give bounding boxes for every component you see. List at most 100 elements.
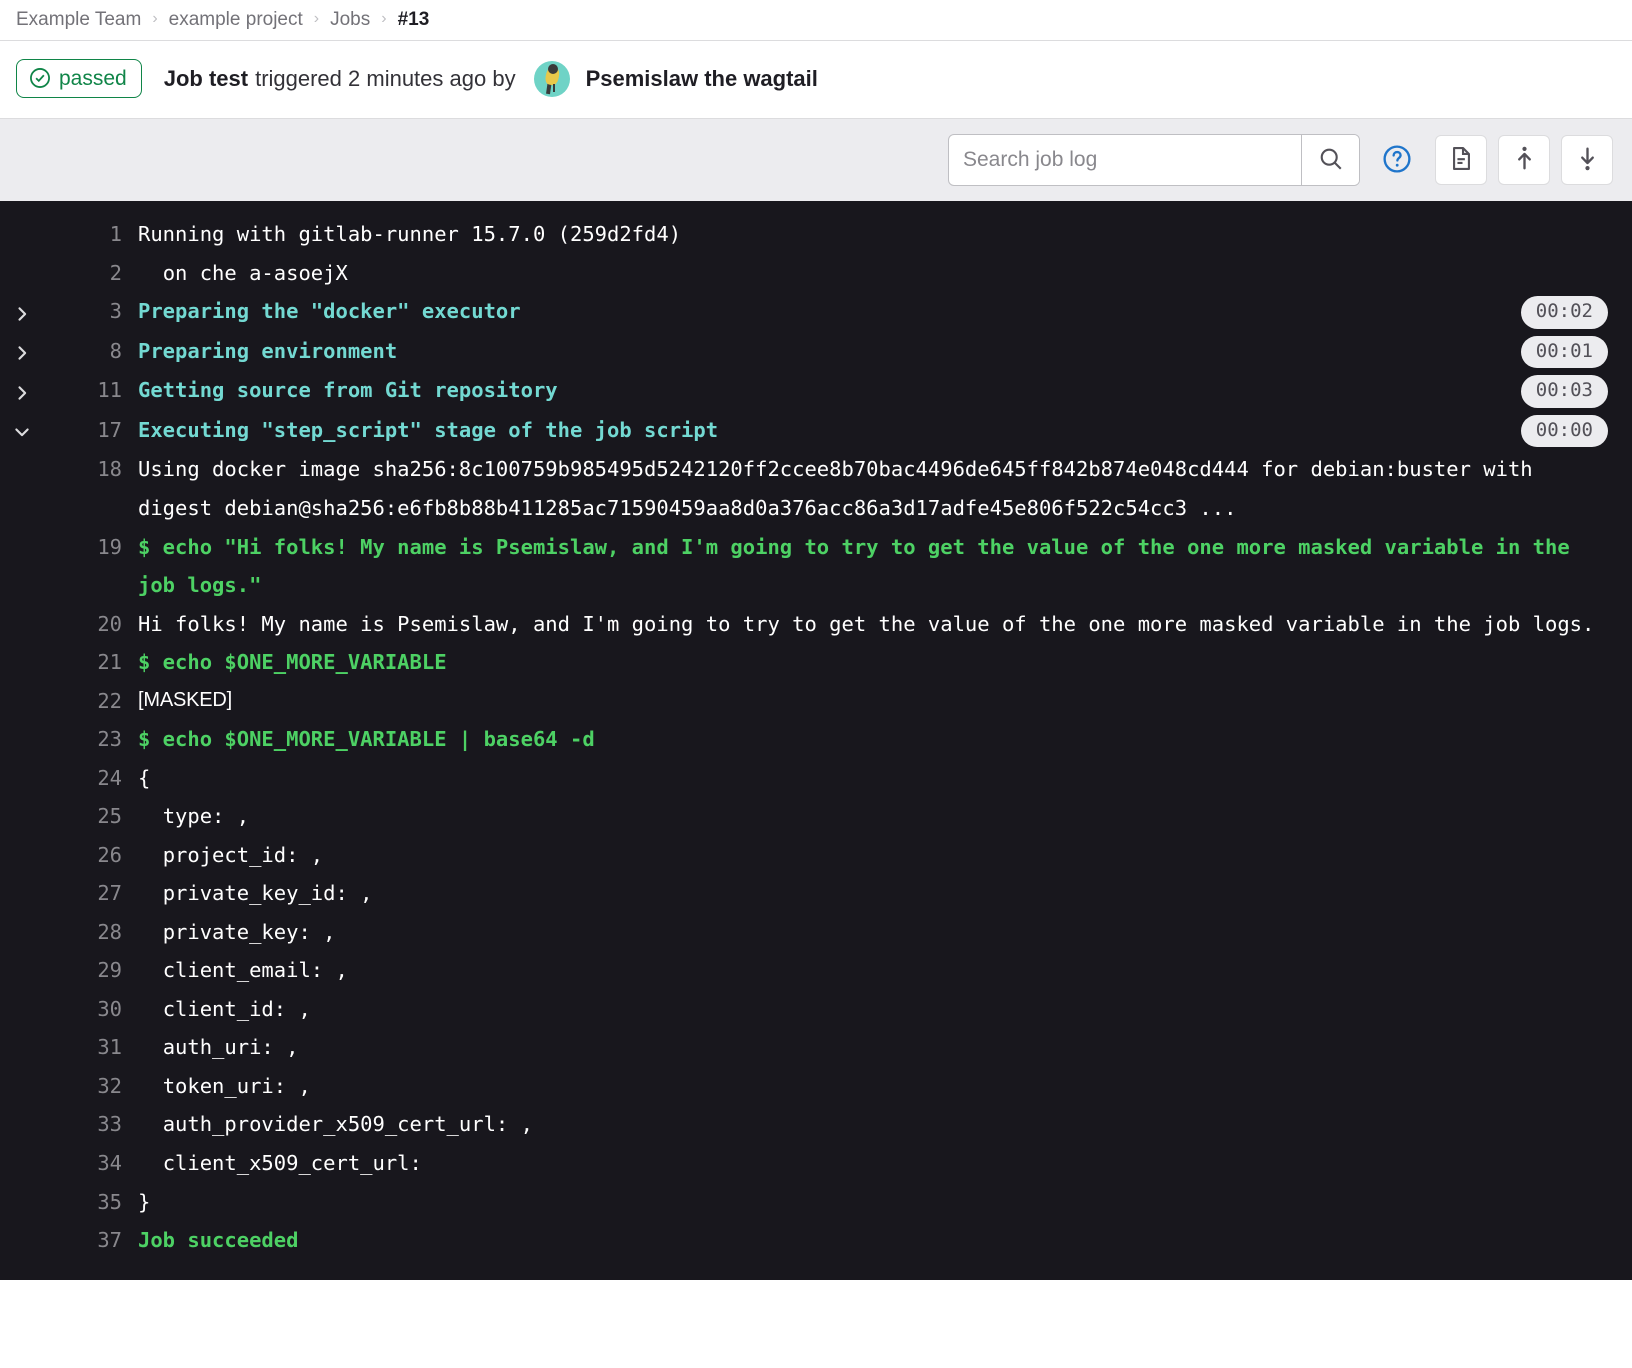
log-line-number[interactable]: 22 bbox=[44, 682, 138, 721]
chevron-right-icon[interactable] bbox=[0, 292, 44, 332]
log-line-number[interactable]: 31 bbox=[44, 1028, 138, 1067]
log-line-text: Preparing environment bbox=[138, 338, 398, 363]
log-line-number[interactable]: 17 bbox=[44, 411, 138, 450]
log-line: 1 Running with gitlab-runner 15.7.0 (259d… bbox=[0, 215, 1632, 254]
log-line-arrow-spacer bbox=[0, 836, 44, 838]
scroll-to-bottom-button[interactable] bbox=[1561, 135, 1613, 185]
log-line-number[interactable]: 28 bbox=[44, 913, 138, 952]
status-badge[interactable]: passed bbox=[16, 59, 142, 98]
log-line-number[interactable]: 27 bbox=[44, 874, 138, 913]
log-line-arrow-spacer bbox=[0, 215, 44, 217]
log-line-number[interactable]: 24 bbox=[44, 759, 138, 798]
log-line-text: private_key: , bbox=[138, 919, 336, 944]
log-line-number[interactable]: 21 bbox=[44, 643, 138, 682]
avatar-bird-leg bbox=[552, 83, 555, 92]
log-line-text: $ echo "Hi folks! My name is Psemislaw, … bbox=[138, 534, 1583, 598]
breadcrumb-item[interactable]: Jobs bbox=[330, 9, 370, 31]
log-line-number[interactable]: 29 bbox=[44, 951, 138, 990]
chevron-right-icon[interactable] bbox=[0, 371, 44, 411]
log-line-arrow-spacer bbox=[0, 643, 44, 645]
show-raw-log-button[interactable] bbox=[1435, 135, 1487, 185]
log-line-number[interactable]: 25 bbox=[44, 797, 138, 836]
log-line[interactable]: 3 Preparing the "docker" executor 00:02 bbox=[0, 292, 1632, 332]
log-line-text: private_key_id: , bbox=[138, 881, 373, 906]
breadcrumb-separator: › bbox=[152, 10, 158, 27]
log-line-arrow-spacer bbox=[0, 797, 44, 799]
question-circle-icon bbox=[1382, 144, 1412, 177]
log-line-number[interactable]: 19 bbox=[44, 528, 138, 567]
log-line-number[interactable]: 2 bbox=[44, 254, 138, 293]
log-line-arrow-spacer bbox=[0, 450, 44, 452]
log-line-number[interactable]: 26 bbox=[44, 836, 138, 875]
log-line: 21 $ echo $ONE_MORE_VARIABLE bbox=[0, 643, 1632, 682]
job-log[interactable]: 1 Running with gitlab-runner 15.7.0 (259d… bbox=[0, 201, 1632, 1280]
log-line-text: { bbox=[138, 765, 151, 790]
log-line: 30 client_id: , bbox=[0, 990, 1632, 1029]
log-line-number[interactable]: 18 bbox=[44, 450, 138, 489]
section-duration-badge: 00:03 bbox=[1520, 375, 1608, 408]
avatar-bird-head bbox=[547, 63, 558, 74]
log-line-number[interactable]: 37 bbox=[44, 1221, 138, 1260]
status-badge-label: passed bbox=[59, 66, 127, 90]
log-line-number[interactable]: 23 bbox=[44, 720, 138, 759]
log-line-text: Running with gitlab-runner 15.7.0 (259d2… bbox=[138, 222, 682, 246]
search-input[interactable] bbox=[949, 135, 1301, 185]
log-line-text: token_uri: , bbox=[138, 1073, 311, 1098]
breadcrumb: Example Team › example project › Jobs › #13 bbox=[0, 0, 1632, 41]
log-line-arrow-spacer bbox=[0, 605, 44, 607]
scroll-to-bottom-icon bbox=[1574, 145, 1601, 175]
log-line-arrow-spacer bbox=[0, 759, 44, 761]
log-line-text: $ echo $ONE_MORE_VARIABLE bbox=[138, 650, 447, 675]
log-line: 19 $ echo "Hi folks! My name is Psemislaw… bbox=[0, 528, 1632, 605]
log-line: 33 auth_provider_x509_cert_url: , bbox=[0, 1105, 1632, 1144]
log-line: 24{ bbox=[0, 759, 1632, 798]
log-line-text: auth_uri: , bbox=[138, 1035, 299, 1060]
log-line-arrow-spacer bbox=[0, 913, 44, 915]
log-line-arrow-spacer bbox=[0, 990, 44, 992]
log-line-text: Preparing the "docker" executor bbox=[138, 299, 521, 324]
log-line-text: type: , bbox=[138, 804, 250, 829]
log-line-number[interactable]: 34 bbox=[44, 1144, 138, 1183]
help-button[interactable] bbox=[1380, 143, 1414, 177]
user-name[interactable]: Psemislaw the wagtail bbox=[586, 66, 818, 92]
log-line-number[interactable]: 20 bbox=[44, 605, 138, 644]
breadcrumb-item[interactable]: example project bbox=[169, 9, 303, 31]
log-line: 29 client_email: , bbox=[0, 951, 1632, 990]
breadcrumb-item: #13 bbox=[397, 9, 430, 30]
log-line-arrow-spacer bbox=[0, 1028, 44, 1030]
log-line[interactable]: 17 Executing "step_script" stage of the j… bbox=[0, 411, 1632, 451]
breadcrumb-item[interactable]: Example Team bbox=[16, 9, 141, 31]
search-submit-button[interactable] bbox=[1301, 135, 1359, 185]
chevron-down-icon[interactable] bbox=[0, 411, 44, 451]
scroll-to-top-icon bbox=[1511, 145, 1538, 175]
log-line-number[interactable]: 35 bbox=[44, 1183, 138, 1222]
log-line-number[interactable]: 30 bbox=[44, 990, 138, 1029]
search-job-log[interactable] bbox=[948, 134, 1360, 186]
log-line: 20 Hi folks! My name is Psemislaw, and I'… bbox=[0, 605, 1632, 644]
log-line-arrow-spacer bbox=[0, 1144, 44, 1146]
log-line: 32 token_uri: , bbox=[0, 1067, 1632, 1106]
chevron-right-icon[interactable] bbox=[0, 332, 44, 372]
log-line-number[interactable]: 11 bbox=[44, 371, 138, 410]
log-line-text: [MASKED] bbox=[138, 688, 232, 711]
log-line-text: client_email: , bbox=[138, 958, 348, 983]
check-circle-icon bbox=[29, 67, 51, 89]
log-line: 23 $ echo $ONE_MORE_VARIABLE | base64 -d bbox=[0, 720, 1632, 759]
scroll-to-top-button[interactable] bbox=[1498, 135, 1550, 185]
log-line-number[interactable]: 32 bbox=[44, 1067, 138, 1106]
log-line-text: auth_provider_x509_cert_url: , bbox=[138, 1112, 533, 1137]
log-line: 25 type: , bbox=[0, 797, 1632, 836]
log-line-arrow-spacer bbox=[0, 528, 44, 530]
log-line-number[interactable]: 1 bbox=[44, 215, 138, 254]
log-line[interactable]: 8 Preparing environment 00:01 bbox=[0, 332, 1632, 372]
avatar[interactable] bbox=[533, 60, 570, 97]
job-name: Job test bbox=[163, 65, 249, 91]
log-line-text: $ echo $ONE_MORE_VARIABLE | base64 -d bbox=[138, 727, 595, 752]
log-line: 28 private_key: , bbox=[0, 913, 1632, 952]
breadcrumb-separator: › bbox=[313, 10, 320, 27]
log-line: 22 [MASKED] bbox=[0, 682, 1632, 721]
log-line[interactable]: 11 Getting source from Git repository 00:0… bbox=[0, 371, 1632, 411]
log-line-number[interactable]: 8 bbox=[44, 332, 138, 371]
log-line-number[interactable]: 33 bbox=[44, 1105, 138, 1144]
log-line-number[interactable]: 3 bbox=[44, 292, 138, 331]
